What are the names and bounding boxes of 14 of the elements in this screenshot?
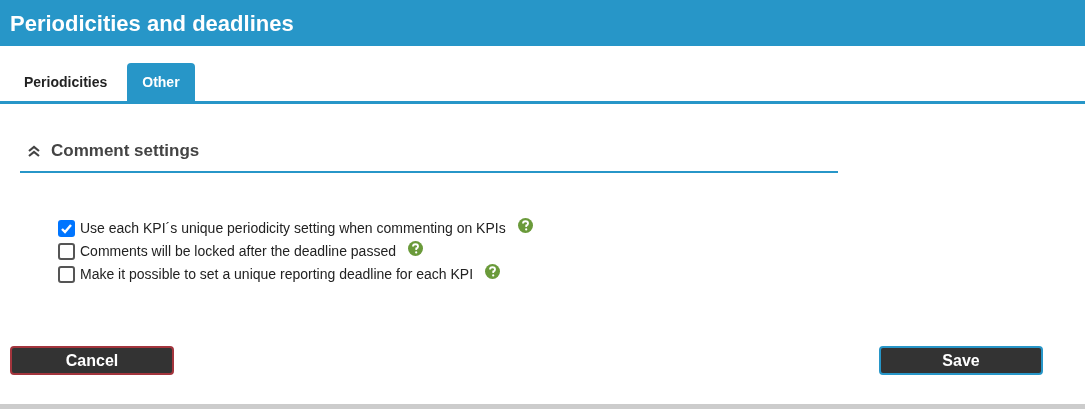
save-button[interactable]: Save bbox=[879, 346, 1043, 375]
checkbox[interactable] bbox=[58, 243, 75, 260]
page-title: Periodicities and deadlines bbox=[10, 9, 294, 38]
section-title: Comment settings bbox=[51, 139, 200, 162]
option-label: Use each KPI´s unique periodicity setting when commenting on KPIs bbox=[80, 219, 506, 238]
help-icon[interactable] bbox=[517, 218, 533, 233]
option-label: Comments will be locked after the deadline passed bbox=[80, 242, 396, 261]
checkbox[interactable] bbox=[58, 220, 75, 237]
help-icon[interactable] bbox=[407, 241, 423, 256]
checkbox[interactable] bbox=[58, 266, 75, 283]
collapse-icon[interactable] bbox=[27, 144, 41, 157]
option-label: Make it possible to set a unique reporting deadline for each KPI bbox=[80, 265, 474, 284]
cancel-button[interactable]: Cancel bbox=[10, 346, 174, 375]
help-icon[interactable] bbox=[485, 264, 501, 279]
